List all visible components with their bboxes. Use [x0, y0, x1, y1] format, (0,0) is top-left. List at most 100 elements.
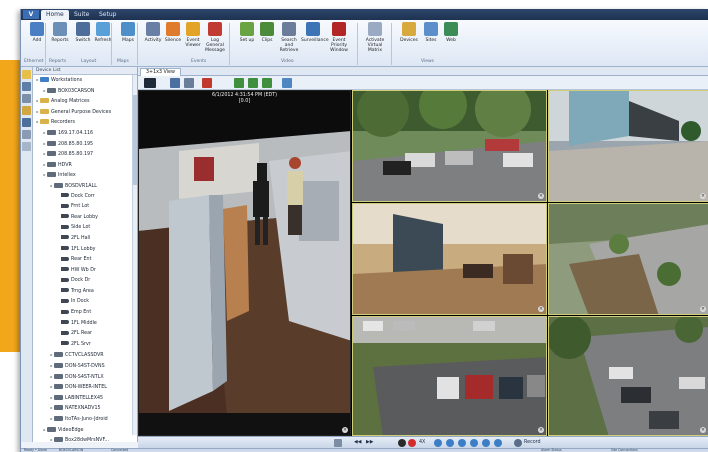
tree-node[interactable]: ▸ Box28dwMrsNVF...	[33, 435, 137, 442]
camera-select-icon[interactable]	[334, 439, 342, 447]
tree-node[interactable]: ▸ HDVR	[33, 160, 137, 171]
preset-6-icon[interactable]	[494, 439, 502, 447]
video-tile-parking-lot[interactable]: ×	[352, 316, 547, 436]
monitor-icon[interactable]	[22, 82, 31, 91]
close-tile-icon[interactable]: ×	[700, 427, 706, 433]
tab-suite[interactable]: Suite	[69, 10, 94, 20]
save-view-icon[interactable]	[184, 78, 194, 88]
tree-node[interactable]: ▸ Intellex	[33, 170, 137, 181]
tree-node[interactable]: ▸ DON-S4ST-NTLX	[33, 372, 137, 383]
tree-node[interactable]: ▸ 208.85.80.197	[33, 149, 137, 160]
tree-node[interactable]: Dock Dr	[33, 276, 137, 287]
scrollbar-thumb[interactable]	[133, 95, 137, 185]
ribbon-button-reports[interactable]: Reports	[48, 22, 72, 43]
tour-icon[interactable]	[202, 78, 212, 88]
tree-node[interactable]: ▸ BOSDVR1ALL	[33, 181, 137, 192]
record-button-icon[interactable]	[514, 439, 522, 447]
tree-node[interactable]: In Dock	[33, 297, 137, 308]
tree-node[interactable]: ▸ DON-WEER-INTEL	[33, 382, 137, 393]
ribbon-button-event-priority-window[interactable]: Event Priority Window	[327, 22, 351, 53]
tab-view-layout[interactable]: 3+1x3 View	[140, 68, 181, 76]
tree-node[interactable]: Trng Area	[33, 287, 137, 298]
tree-node[interactable]: ▸ 169.17.04.116	[33, 128, 137, 139]
stop-icon[interactable]	[398, 439, 406, 447]
ribbon-button-activate-virtual-matrix[interactable]: Activate Virtual Matrix	[363, 22, 387, 53]
salvo-icon[interactable]	[234, 78, 244, 88]
close-tile-icon[interactable]: ×	[700, 306, 706, 312]
monitor-select-icon[interactable]	[144, 78, 156, 88]
tree-node[interactable]: HW Wb Dr	[33, 266, 137, 277]
tree-node[interactable]: 1FL Lobby	[33, 245, 137, 256]
tree-node[interactable]: ▸ DON-S4ST-DVNS	[33, 361, 137, 372]
close-tile-icon[interactable]: ×	[342, 427, 348, 433]
tree-node[interactable]: 2FL Rear	[33, 329, 137, 340]
ribbon-button-surveillance[interactable]: Surveillance	[301, 22, 329, 43]
tree-node[interactable]: Side Lot	[33, 223, 137, 234]
tree-node[interactable]: ▸ NATEXNADV15	[33, 403, 137, 414]
tab-setup[interactable]: Setup	[94, 10, 121, 20]
fullscreen-icon[interactable]	[282, 78, 292, 88]
preset-2-icon[interactable]	[446, 439, 454, 447]
record-button-label[interactable]: Record	[524, 439, 541, 447]
ribbon-button-log-general-message[interactable]: Log General Message	[203, 22, 227, 53]
close-tile-icon[interactable]: ×	[538, 306, 544, 312]
tree-node[interactable]: ▸ LABINTELLEX45	[33, 393, 137, 404]
layout-grid-icon[interactable]	[170, 78, 180, 88]
tree-node[interactable]: ▸ ItoTAs-Juno-Jdroid	[33, 414, 137, 425]
ribbon-button-clips[interactable]: Clips	[255, 22, 279, 43]
folder-icon[interactable]	[22, 106, 31, 115]
recorder-icon	[47, 426, 56, 432]
video-tile-parking-front[interactable]: ×	[352, 90, 547, 202]
video-tile-main[interactable]: 6/1/2012 4:31:54 PM (EDT) [0.0] ×	[138, 90, 351, 436]
tree-node[interactable]: ▸ Analog Matrices	[33, 96, 137, 107]
tree-node[interactable]: 2FL Hall	[33, 234, 137, 245]
ribbon-button-label: Surveillance	[301, 38, 329, 43]
app-logo[interactable]: V	[23, 10, 39, 19]
ribbon-button-search-and-retrieve[interactable]: Search and Retrieve	[277, 22, 301, 53]
ribbon-button-web[interactable]: Web	[439, 22, 463, 43]
preset-4-icon[interactable]	[470, 439, 478, 447]
device-list-icon[interactable]	[22, 70, 31, 79]
video-tile-parking-side[interactable]: ×	[548, 316, 708, 436]
tree-node[interactable]: ▸ Workstations	[33, 75, 137, 86]
tree-node[interactable]: ▸ Recorders	[33, 117, 137, 128]
tree-node-label: NATEXNADV15	[65, 406, 101, 412]
tree-node[interactable]: Dock Corr	[33, 192, 137, 203]
close-tile-icon[interactable]: ×	[538, 193, 544, 199]
tree-node[interactable]: ▸ General Purpose Devices	[33, 107, 137, 118]
reception-image	[353, 204, 546, 314]
salvo-add-icon[interactable]	[248, 78, 258, 88]
close-tile-icon[interactable]: ×	[700, 193, 706, 199]
tab-home[interactable]: Home	[41, 10, 69, 20]
clips-icon	[260, 22, 274, 36]
tree-node[interactable]: ▸ CCTVCLASSDVR	[33, 350, 137, 361]
site-icon[interactable]	[22, 130, 31, 139]
forward-button[interactable]: ▶▶	[366, 439, 373, 447]
ribbon-button-devices[interactable]: Devices	[397, 22, 421, 43]
tree-node[interactable]: ▸ VideoEdge	[33, 425, 137, 436]
close-tile-icon[interactable]: ×	[538, 427, 544, 433]
tree-node[interactable]: 1FL Middle	[33, 319, 137, 330]
ribbon-button-label: Silence	[164, 38, 182, 43]
video-tile-courtyard[interactable]: ×	[548, 203, 708, 315]
preset-1-icon[interactable]	[434, 439, 442, 447]
video-tile-lobby-atrium[interactable]: ×	[548, 90, 708, 202]
layout-icon[interactable]	[22, 118, 31, 127]
tree-node[interactable]: 2FL Srvr	[33, 340, 137, 351]
reverse-button[interactable]: ◀◀	[354, 439, 361, 447]
preset-3-icon[interactable]	[458, 439, 466, 447]
tree-node[interactable]: Emp Ent	[33, 308, 137, 319]
device-tree-scrollbar[interactable]	[132, 75, 137, 435]
salvo-remove-icon[interactable]	[262, 78, 272, 88]
tree-node[interactable]: ▸ BOX03CARSON	[33, 86, 137, 97]
record-icon[interactable]	[408, 439, 416, 447]
tree-node[interactable]: Rear Lobby	[33, 213, 137, 224]
tool-icon[interactable]	[22, 142, 31, 151]
tree-node[interactable]: Frnt Lot	[33, 202, 137, 213]
ribbon-button-event-viewer[interactable]: Event Viewer	[181, 22, 205, 48]
video-tile-reception[interactable]: ×	[352, 203, 547, 315]
camera-icon[interactable]	[22, 94, 31, 103]
tree-node[interactable]: Rear Ent	[33, 255, 137, 266]
preset-5-icon[interactable]	[482, 439, 490, 447]
tree-node[interactable]: ▸ 208.85.80.195	[33, 139, 137, 150]
